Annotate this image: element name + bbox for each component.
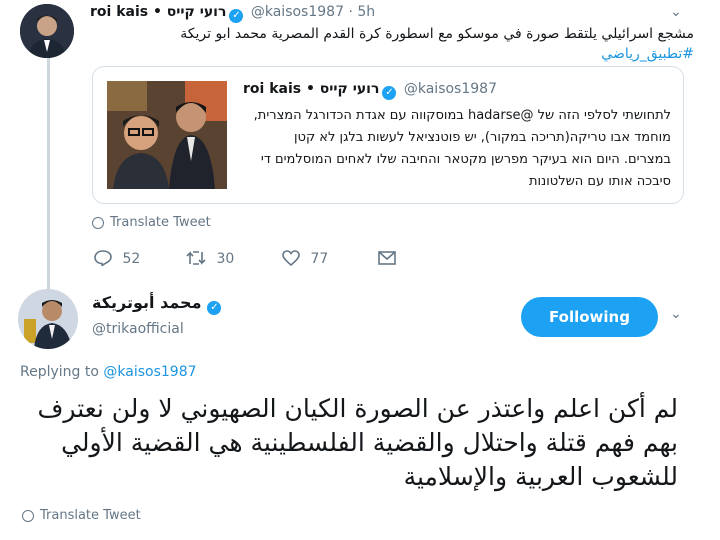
avatar[interactable] [18, 289, 78, 349]
tweet-body: مشجع اسرائيلي يلتقط صورة في موسكو مع اسط… [180, 26, 694, 42]
heart-icon [282, 250, 300, 267]
like-button[interactable]: 77 [282, 250, 328, 267]
quoted-header: roi kais • רועי קייס ✓ @kaisos1987 [243, 81, 497, 100]
tweet-text: مشجع اسرائيلي يلتقط صورة في موسكو مع اسط… [94, 24, 694, 64]
user-handle[interactable]: @kaisos1987 [251, 4, 344, 20]
retweet-button[interactable]: 30 [186, 250, 234, 267]
message-button[interactable] [378, 250, 396, 267]
reply-icon [94, 250, 112, 267]
verified-icon: ✓ [229, 9, 244, 23]
translate-label: Translate Tweet [110, 215, 211, 230]
reply-count: 52 [122, 251, 141, 267]
separator: · [348, 4, 353, 20]
translate-tweet-link[interactable]: Translate Tweet [92, 215, 211, 230]
verified-icon: ✓ [382, 86, 397, 100]
chevron-down-icon[interactable]: ⌄ [670, 4, 682, 20]
quoted-user-name[interactable]: roi kais • רועי קייס [243, 81, 379, 97]
user-name[interactable]: roi kais • רועי קייס [90, 4, 226, 20]
like-count: 77 [310, 251, 329, 267]
replying-to: Replying to @kaisos1987 [20, 364, 197, 380]
timestamp[interactable]: 5h [357, 4, 375, 20]
reply-button[interactable]: 52 [94, 250, 140, 267]
user-name: محمد أبوتريكة ✓ [92, 293, 224, 315]
globe-icon [22, 510, 34, 522]
user-handle[interactable]: @trikaofficial [92, 321, 184, 337]
user-display-name[interactable]: محمد أبوتريكة [92, 293, 201, 312]
quoted-user-handle[interactable]: @kaisos1987 [404, 81, 497, 97]
retweet-count: 30 [216, 251, 235, 267]
quoted-tweet[interactable]: roi kais • רועי קייס ✓ @kaisos1987 לתחושת… [92, 66, 684, 204]
globe-icon [92, 217, 104, 229]
selfie-photo[interactable] [107, 81, 227, 189]
translate-tweet-link[interactable]: Translate Tweet [22, 508, 141, 523]
thread-connector [47, 58, 50, 290]
avatar[interactable] [20, 4, 74, 58]
tweet-header: roi kais • רועי קייס ✓ @kaisos1987 · 5h [90, 4, 375, 23]
retweet-icon [186, 251, 206, 265]
replying-prefix: Replying to [20, 364, 99, 380]
following-button[interactable]: Following [521, 297, 658, 337]
verified-icon: ✓ [207, 301, 222, 315]
mention-link[interactable]: @kaisos1987 [103, 364, 196, 380]
hashtag-link[interactable]: #تطبيق_رياضي [601, 46, 694, 62]
chevron-down-icon[interactable]: ⌄ [670, 306, 682, 322]
quoted-text: לתחושתי לסלפי הזה של @hadarse במוסקווה ע… [253, 108, 671, 189]
envelope-icon [378, 251, 396, 265]
translate-label: Translate Tweet [40, 508, 141, 523]
tweet-text: لم أكن اعلم واعتذر عن الصورة الكيان الصه… [37, 394, 679, 491]
